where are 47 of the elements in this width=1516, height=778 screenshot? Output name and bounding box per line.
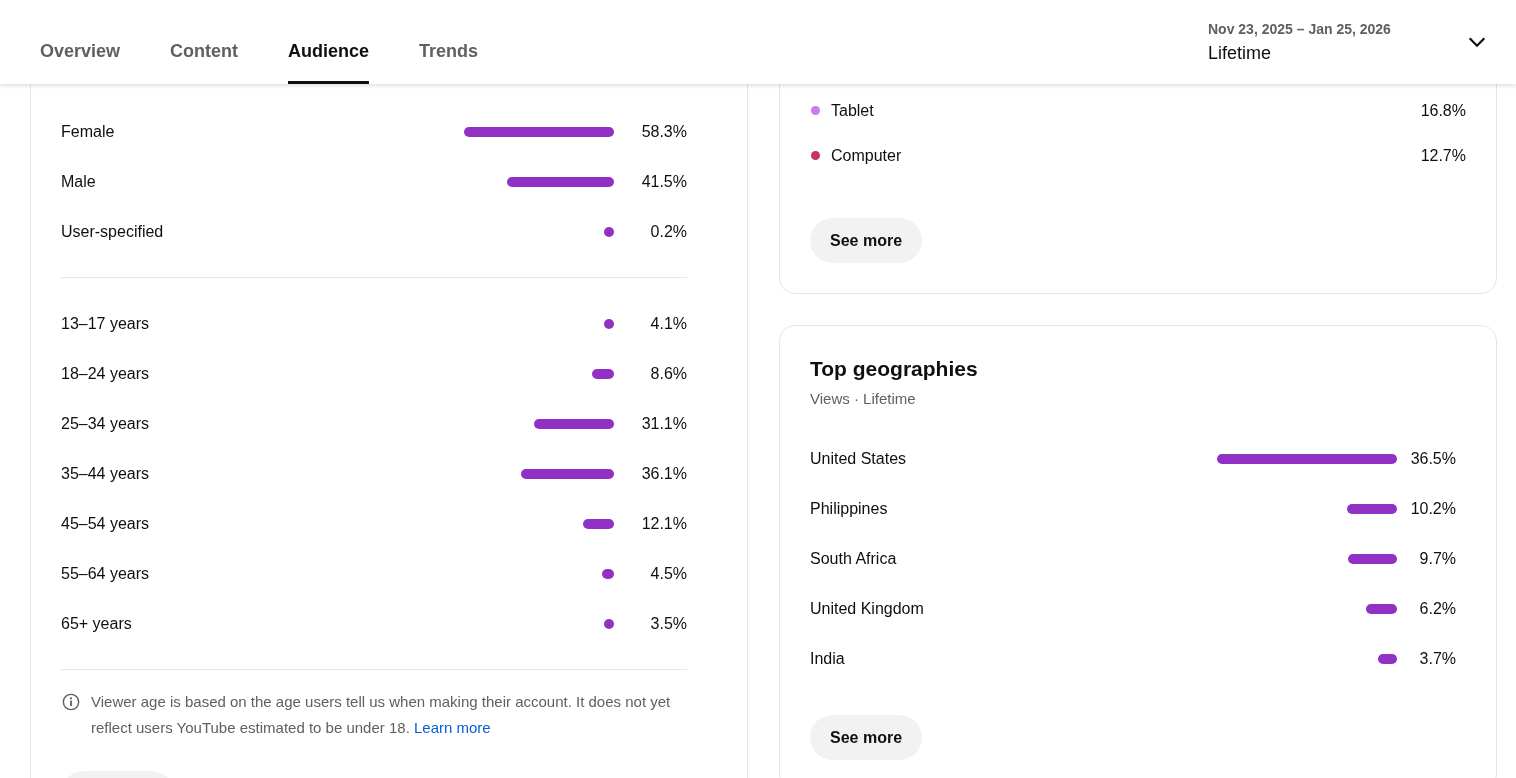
percent-value: 58.3% xyxy=(640,123,687,141)
learn-more-link[interactable]: Learn more xyxy=(414,719,491,736)
row-label: Tablet xyxy=(831,101,875,120)
row-label: User-specified xyxy=(61,223,165,241)
row-label: 25–34 years xyxy=(61,415,151,433)
card-title: Top geographies xyxy=(810,356,979,382)
percent-value: 12.7% xyxy=(1420,146,1466,165)
percent-value: 8.6% xyxy=(649,365,687,383)
percent-value: 12.1% xyxy=(640,515,687,533)
row-label: 18–24 years xyxy=(61,365,151,383)
percent-value: 41.5% xyxy=(640,173,687,191)
row-label: 13–17 years xyxy=(61,315,151,333)
percent-value: 10.2% xyxy=(1409,500,1456,518)
row-label: Female xyxy=(61,123,116,141)
see-more-button[interactable]: See more xyxy=(810,715,923,760)
card-subtitle: Views · Lifetime xyxy=(810,389,917,409)
row-label: Male xyxy=(61,173,97,191)
row-label: Philippines xyxy=(810,500,889,518)
row-label: South Africa xyxy=(810,550,898,568)
row-label: 65+ years xyxy=(61,615,133,633)
percent-value: 3.5% xyxy=(649,615,687,633)
tab[interactable]: Overview xyxy=(40,0,121,84)
row-label: 45–54 years xyxy=(61,515,151,533)
percent-value: 31.1% xyxy=(640,415,687,433)
percent-value: 4.1% xyxy=(649,315,687,333)
percent-value: 9.7% xyxy=(1418,550,1456,568)
tab[interactable]: Audience xyxy=(288,0,370,84)
period-dropdown[interactable]: Lifetime xyxy=(1208,42,1466,64)
row-label: United Kingdom xyxy=(810,600,925,618)
percent-value: 16.8% xyxy=(1420,101,1466,120)
see-more-button[interactable]: See more xyxy=(810,218,923,263)
percent-value: 6.2% xyxy=(1418,600,1456,618)
percent-value: 36.1% xyxy=(640,465,687,483)
info-icon xyxy=(62,693,80,711)
percent-value: 3.7% xyxy=(1418,650,1456,668)
date-range: Nov 23, 2025 – Jan 25, 2026 xyxy=(1208,20,1392,37)
row-label: 35–44 years xyxy=(61,465,151,483)
percent-value: 4.5% xyxy=(649,565,687,583)
age-note: Viewer age is based on the age users tell us when making their account. It does not yet reflect users YouTube estimated to be under 18. Learn more xyxy=(91,692,672,738)
row-label: India xyxy=(810,650,846,668)
row-label: 55–64 years xyxy=(61,565,151,583)
tab[interactable]: Trends xyxy=(419,0,479,84)
row-label: Computer xyxy=(831,146,903,165)
row-label: United States xyxy=(810,450,908,468)
percent-value: 0.2% xyxy=(649,223,687,241)
tab[interactable]: Content xyxy=(170,0,239,84)
percent-value: 36.5% xyxy=(1409,450,1456,468)
